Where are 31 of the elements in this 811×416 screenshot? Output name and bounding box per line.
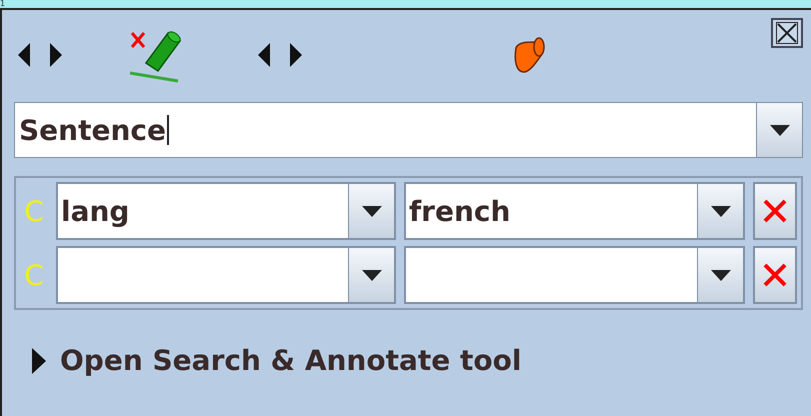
background-text: 1 (0, 0, 6, 8)
right-triangle-icon (32, 348, 46, 374)
dropdown-button[interactable] (348, 248, 394, 302)
delete-button[interactable] (753, 246, 797, 304)
delete-icon (762, 262, 788, 288)
next-button[interactable] (50, 42, 62, 70)
left-triangle-icon (18, 42, 30, 66)
caret-icon (362, 270, 382, 280)
left-triangle-icon (258, 42, 270, 66)
right-triangle-icon (50, 42, 62, 66)
dropdown-button[interactable] (756, 103, 802, 157)
dropdown-button[interactable] (348, 184, 394, 238)
close-button[interactable] (771, 18, 803, 48)
delete-button[interactable] (753, 182, 797, 240)
caret-icon (710, 270, 730, 280)
previous-button[interactable] (18, 42, 30, 70)
next-button[interactable] (290, 42, 302, 70)
dropdown-button[interactable] (697, 184, 743, 238)
delete-icon (762, 198, 788, 224)
previous-button[interactable] (258, 42, 270, 70)
right-triangle-icon (290, 42, 302, 66)
expander-toggle[interactable]: Open Search & Annotate tool (14, 344, 522, 377)
feature-combo[interactable]: lang (56, 182, 396, 240)
constraint-marker: C (23, 258, 45, 294)
annotation-type-combo[interactable]: Sentence (14, 102, 803, 158)
value-combo[interactable]: french (404, 182, 745, 240)
dropdown-button[interactable] (697, 248, 743, 302)
caret-icon (362, 206, 382, 216)
constraint-marker: C (23, 194, 45, 230)
caret-icon (710, 206, 730, 216)
caret-icon (770, 124, 790, 136)
